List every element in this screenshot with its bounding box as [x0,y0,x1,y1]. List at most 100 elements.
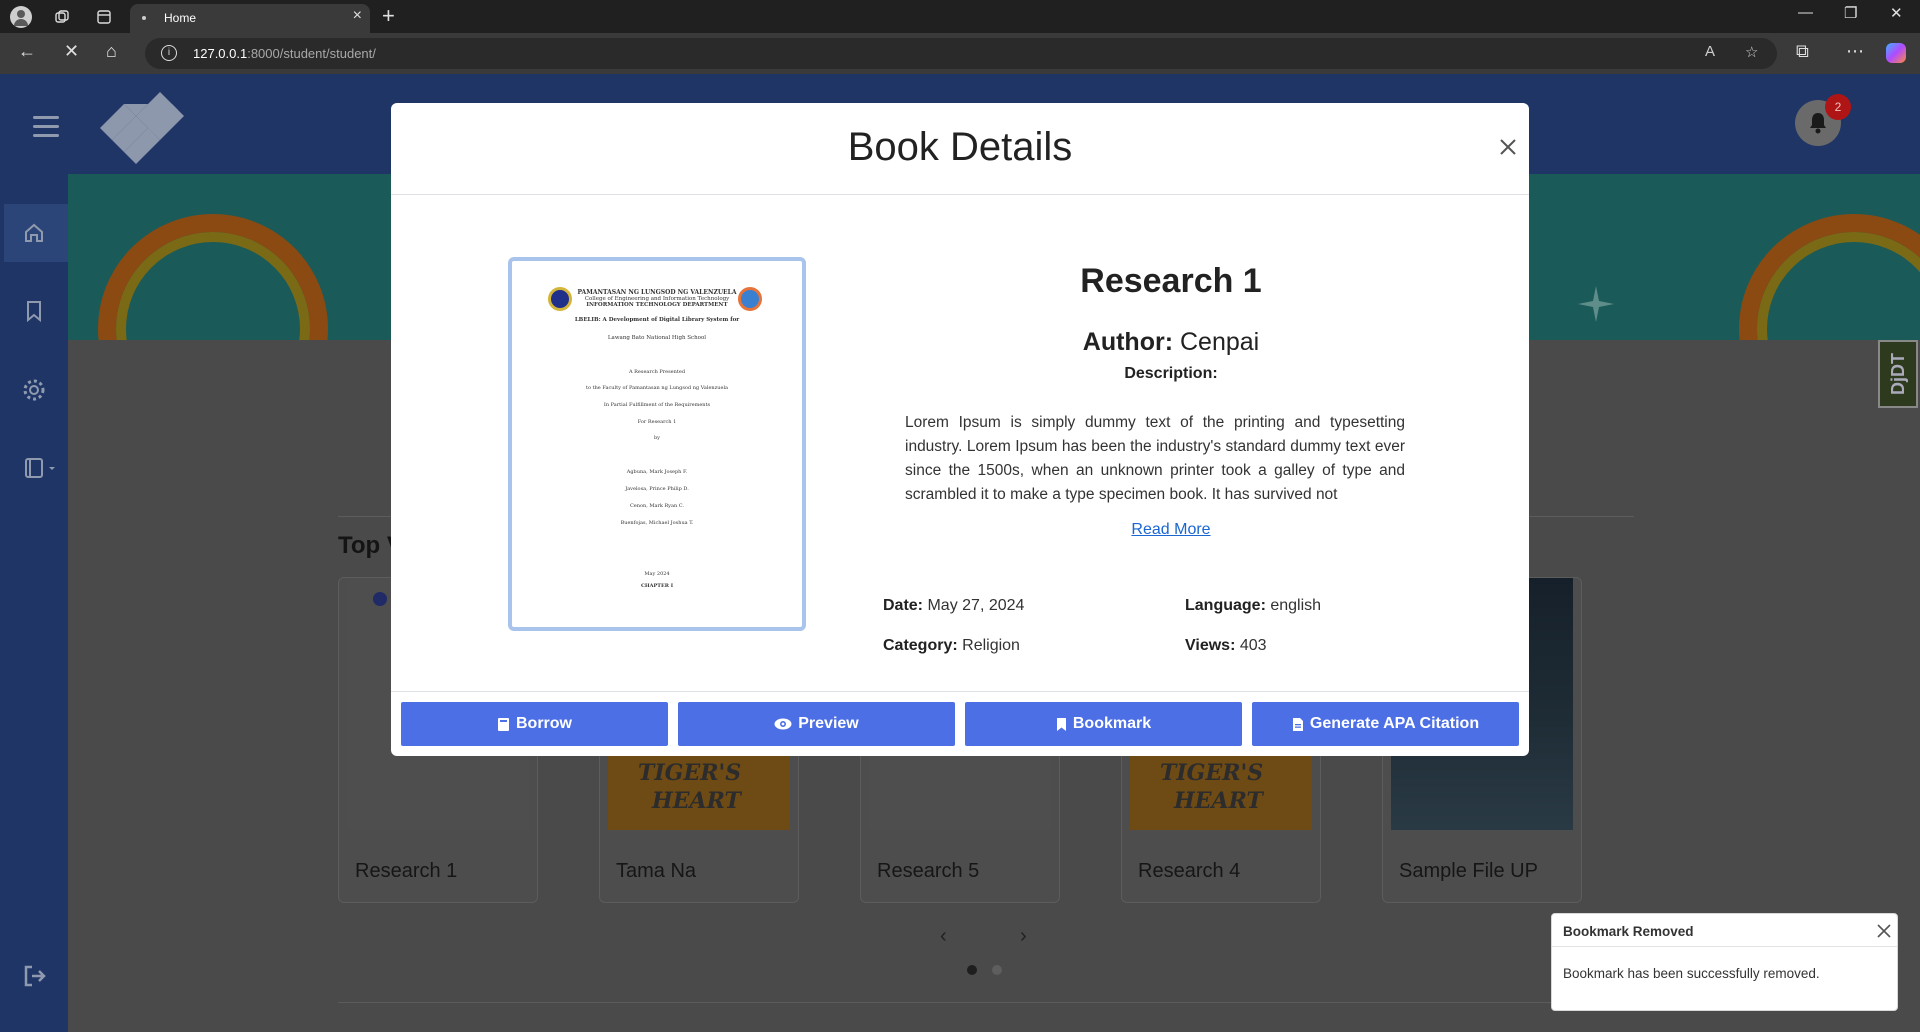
views-label: Views: [1185,637,1236,654]
author-label: Author: [1082,328,1174,356]
cover-school: Lawang Bato National High School [607,335,707,341]
date-value: May 27, 2024 [927,597,1025,614]
carousel-prev-button[interactable]: ‹ [940,925,947,948]
sidebar-item-home[interactable] [20,219,48,247]
site-info-icon[interactable]: i [161,45,177,61]
modal-title: Book Details [847,125,1073,169]
date-field: Date: May 27, 2024 [883,597,1024,615]
bookmark-icon [27,301,41,322]
bookmark-icon [1056,717,1066,731]
browser-tab-bar: Home × + — ❐ ✕ [0,0,1920,33]
cover-chapter: CHAPTER I [640,583,674,589]
modal-close-icon[interactable] [1496,135,1520,159]
seal-icon [373,592,387,606]
home-icon [25,223,43,242]
read-aloud-icon[interactable]: A [1705,43,1715,60]
back-icon[interactable]: ← [18,41,36,62]
borrow-label: Borrow [516,715,572,732]
toast-body: Bookmark has been successfully removed. [1563,966,1820,981]
toast-header: Bookmark Removed [1552,914,1897,947]
preview-button[interactable]: Preview [678,702,955,746]
django-debug-toolbar-handle[interactable]: DjDT [1878,340,1918,408]
copilot-icon[interactable] [1886,43,1906,63]
modal-header: Book Details [391,103,1529,195]
profile-icon[interactable] [10,6,32,28]
category-label: Category: [883,637,958,654]
cover-author: Buenfojas, Michael Joshua T. [620,520,694,526]
hamburger-menu-icon[interactable] [33,116,59,143]
book-cover-preview: PAMANTASAN NG LUNGSOD NG VALENZUELA Coll… [508,257,806,631]
generate-apa-citation-button[interactable]: Generate APA Citation [1252,702,1519,746]
sidebar [0,174,68,1032]
logout-icon [24,965,46,987]
minimize-icon[interactable]: — [1798,4,1813,21]
sidebar-item-bookmarks[interactable] [20,297,48,325]
window-close-icon[interactable]: ✕ [1890,4,1903,22]
new-tab-icon[interactable]: + [382,3,395,29]
carousel-indicator[interactable] [992,965,1002,975]
preview-label: Preview [798,715,859,732]
book-icon [498,717,509,731]
cover-text: A Research Presented [628,369,686,375]
bookmark-button[interactable]: Bookmark [965,702,1242,746]
cover-date: May 2024 [644,571,670,577]
carousel-indicator-active[interactable] [967,965,977,975]
book-title: Research 1 [1080,262,1262,300]
gear-icon [23,379,45,401]
cover-university: PAMANTASAN NG LUNGSOD NG VALENZUELA [577,289,737,296]
more-menu-icon[interactable]: ⋯ [1846,41,1864,62]
restore-icon[interactable]: ❐ [1844,4,1857,22]
language-value: english [1270,597,1322,614]
url-text[interactable]: 127.0.0.1:8000/student/student/ [193,46,376,61]
borrow-button[interactable]: Borrow [401,702,668,746]
cover-author: Cenon, Mark Ryan C. [629,503,685,509]
app-logo[interactable] [88,92,184,164]
book-card-title: Research 5 [877,860,980,882]
cover-text: For Research 1 [637,419,677,425]
rainbow-decoration [98,214,328,340]
language-field: Language: english [1185,597,1321,615]
citation-label: Generate APA Citation [1309,715,1480,732]
toast-notification: Bookmark Removed Bookmark has been succe… [1551,913,1898,1011]
book-details-modal: Book Details PAMANTASAN NG LUNGSOD NG VA… [391,103,1529,756]
book-card-title: Tama Na [616,860,697,882]
stop-loading-icon[interactable]: ✕ [64,41,79,62]
tab-close-icon[interactable]: × [353,7,362,25]
favorite-star-icon[interactable]: ☆ [1745,43,1758,61]
language-label: Language: [1185,597,1266,614]
rainbow-decoration [1739,214,1920,340]
logout-button[interactable] [22,964,48,993]
cover-text: by [653,435,661,441]
sidebar-item-settings[interactable] [20,376,48,404]
book-description: Lorem Ipsum is simply dummy text of the … [905,414,1405,503]
sidebar-item-books[interactable] [20,454,60,482]
workspaces-icon[interactable] [48,4,76,30]
views-field: Views: 403 [1185,637,1267,655]
notification-badge: 2 [1825,94,1851,120]
divider [338,1002,1634,1003]
url-bar[interactable]: i 127.0.0.1:8000/student/student/ A ☆ [145,38,1777,69]
category-field: Category: Religion [883,637,1020,655]
address-bar-row: ← ✕ ⌂ i 127.0.0.1:8000/student/student/ … [0,33,1920,74]
book-dropdown-icon [25,458,55,478]
tab-favicon-icon [142,16,146,20]
eye-icon [774,718,792,730]
home-icon[interactable]: ⌂ [106,41,117,62]
carousel-next-button[interactable]: › [1020,925,1027,948]
book-author: Author: Cenpai [851,328,1491,357]
book-card-title: Research 1 [355,860,458,882]
cover-text: In Partial Fulfillment of the Requiremen… [603,402,711,408]
tab-actions-icon[interactable] [90,4,118,30]
toast-title: Bookmark Removed [1563,924,1694,939]
category-value: Religion [962,637,1020,654]
modal-footer-divider [391,691,1529,692]
cover-department: INFORMATION TECHNOLOGY DEPARTMENT [586,302,728,308]
browser-tab-home[interactable]: Home × [130,4,370,33]
toast-close-icon[interactable] [1877,924,1891,938]
description-label: Description: [1124,365,1218,382]
extensions-icon[interactable]: ⧉ [1796,41,1809,62]
read-more-label[interactable]: Read More [1131,521,1210,538]
cover-author: Agbuna, Mark Joseph F. [626,469,688,475]
read-more-link[interactable]: Read More [851,521,1491,539]
cover-text: to the Faculty of Pamantasan ng Lungsod … [585,385,729,391]
